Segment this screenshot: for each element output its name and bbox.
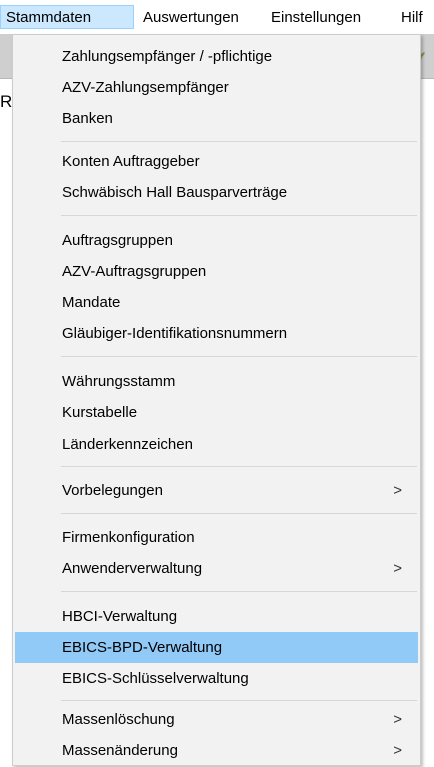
menu-separator <box>61 591 417 592</box>
menu-item-label: Währungsstamm <box>62 373 176 390</box>
stammdaten-dropdown: Zahlungsempfänger / -pflichtige AZV-Zahl… <box>12 34 421 766</box>
menu-item-label: Massenlöschung <box>62 711 175 728</box>
menu-item-zahlungsempfaenger[interactable]: Zahlungsempfänger / -pflichtige <box>15 41 418 72</box>
menu-item-label: Vorbelegungen <box>62 482 163 499</box>
menu-item-label: Länderkennzeichen <box>62 436 193 453</box>
menu-item-label: Mandate <box>62 294 121 311</box>
menu-item-azv-auftragsgruppen[interactable]: AZV-Auftragsgruppen <box>15 256 418 287</box>
chevron-right-icon: > <box>393 711 402 728</box>
menu-item-massenaenderung[interactable]: Massenänderung > <box>15 735 418 766</box>
menu-auswertungen[interactable]: Auswertungen <box>143 6 239 30</box>
menu-item-vorbelegungen[interactable]: Vorbelegungen > <box>15 475 418 506</box>
menu-stammdaten[interactable]: Stammdaten <box>0 5 134 29</box>
menu-item-label: Gläubiger-Identifikationsnummern <box>62 325 288 342</box>
menu-item-waehrungsstamm[interactable]: Währungsstamm <box>15 366 418 397</box>
menu-item-banken[interactable]: Banken <box>15 103 418 134</box>
chevron-right-icon: > <box>393 560 402 577</box>
background-text: R <box>0 92 13 111</box>
menu-item-label: EBICS-Schlüsselverwaltung <box>62 670 249 687</box>
menu-item-label: Anwenderverwaltung <box>62 560 203 577</box>
menu-item-ebics-schluesselverwaltung[interactable]: EBICS-Schlüsselverwaltung <box>15 663 418 694</box>
menu-item-laenderkennzeichen[interactable]: Länderkennzeichen <box>15 429 418 460</box>
menu-item-kurstabelle[interactable]: Kurstabelle <box>15 397 418 428</box>
menu-item-auftragsgruppen[interactable]: Auftragsgruppen <box>15 225 418 256</box>
menu-item-label: Konten Auftraggeber <box>62 153 200 170</box>
menu-item-label: EBICS-BPD-Verwaltung <box>62 639 223 656</box>
menu-item-label: Massenänderung <box>62 742 178 759</box>
menu-hilfe[interactable]: Hilf <box>401 6 423 30</box>
menu-separator <box>61 141 417 142</box>
menu-item-firmenkonfiguration[interactable]: Firmenkonfiguration <box>15 522 418 553</box>
menu-separator <box>61 356 417 357</box>
menu-item-label: Banken <box>62 110 113 127</box>
menu-item-label: AZV-Zahlungsempfänger <box>62 79 229 96</box>
menu-separator <box>61 466 417 467</box>
menu-item-label: Zahlungsempfänger / -pflichtige <box>62 48 273 65</box>
menu-item-label: Schwäbisch Hall Bausparverträge <box>62 184 288 201</box>
chevron-right-icon: > <box>393 482 402 499</box>
menu-separator <box>61 700 417 701</box>
menu-item-ebics-bpd-verwaltung[interactable]: EBICS-BPD-Verwaltung <box>15 632 418 663</box>
menu-item-label: Auftragsgruppen <box>62 232 173 249</box>
menu-item-label: AZV-Auftragsgruppen <box>62 263 207 280</box>
menu-bar: Stammdaten Auswertungen Einstellungen Hi… <box>0 0 434 34</box>
menu-item-mandate[interactable]: Mandate <box>15 287 418 318</box>
menu-separator <box>61 513 417 514</box>
menu-separator <box>61 215 417 216</box>
menu-einstellungen[interactable]: Einstellungen <box>271 6 361 30</box>
menu-item-konten-auftraggeber[interactable]: Konten Auftraggeber <box>15 146 418 177</box>
menu-item-anwenderverwaltung[interactable]: Anwenderverwaltung > <box>15 553 418 584</box>
menu-item-label: Firmenkonfiguration <box>62 529 195 546</box>
menu-item-azv-zahlungsempfaenger[interactable]: AZV-Zahlungsempfänger <box>15 72 418 103</box>
menu-item-glaeubiger-id[interactable]: Gläubiger-Identifikationsnummern <box>15 318 418 349</box>
menu-item-label: Kurstabelle <box>62 404 138 421</box>
menu-item-label: HBCI-Verwaltung <box>62 608 178 625</box>
chevron-right-icon: > <box>393 742 402 759</box>
menu-item-bausparvertraege[interactable]: Schwäbisch Hall Bausparverträge <box>15 177 418 208</box>
menu-item-massenloeschung[interactable]: Massenlöschung > <box>15 704 418 735</box>
menu-item-hbci-verwaltung[interactable]: HBCI-Verwaltung <box>15 601 418 632</box>
